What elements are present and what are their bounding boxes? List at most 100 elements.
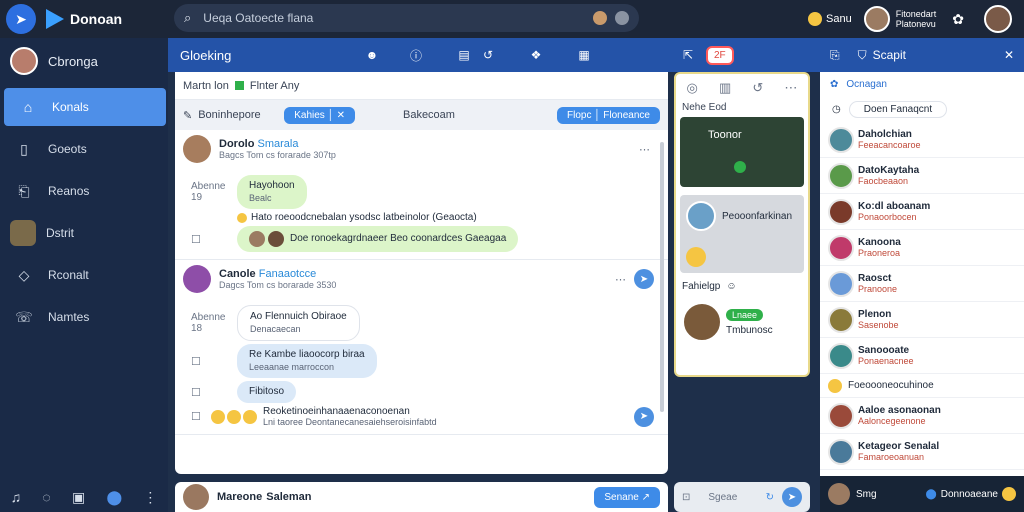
compass-icon[interactable]: ◎ [687, 80, 698, 96]
profile-avatar[interactable] [984, 5, 1012, 33]
list-item[interactable]: Kanoona Praoneroa [820, 230, 1024, 266]
send-button[interactable]: Senane ↗ [594, 486, 660, 508]
contacts-filter[interactable]: ◷ Doen Fanaqcnt [820, 96, 1024, 122]
status-badge: Lnaee [726, 308, 764, 321]
message-label: Abenne 19 [191, 181, 226, 203]
header-action-button[interactable]: 2F [706, 45, 734, 65]
status-label: Fahielgp [682, 281, 721, 292]
message-bubble[interactable]: Hayohoon Bealc [237, 175, 307, 209]
list-item[interactable]: Ko:dl aboanam Ponaoorbocen [820, 194, 1024, 230]
sidebar-item-label: Rconalt [48, 268, 89, 282]
send-button[interactable]: ➤ [782, 487, 802, 507]
export-icon[interactable]: ⇱ [676, 43, 700, 67]
map-text: Toonor [708, 129, 742, 141]
sidebar-item-dstrit[interactable]: Dstrit [0, 214, 168, 252]
message-bubble[interactable]: Doe ronoekagrdnaeer Beo coonardces Gaeag… [237, 226, 519, 252]
thread-2[interactable]: Canole Fanaaotcce Dagcs Tom cs borarade … [175, 260, 668, 435]
user-icon[interactable] [615, 11, 629, 25]
tab-filter-pill[interactable]: Kahies │ ✕ [284, 106, 355, 124]
shield-icon[interactable]: ⬤ [106, 489, 122, 506]
filter-input[interactable]: Doen Fanaqcnt [848, 100, 948, 118]
smile-icon[interactable]: ☺ [726, 281, 736, 292]
more-icon[interactable]: ⋮ [143, 489, 157, 506]
thread-sub: Bagcs Tom cs forarade 307tp [219, 150, 336, 160]
send-button[interactable]: ➤ [634, 269, 654, 289]
message-bubble[interactable]: Fibitoso [237, 381, 297, 403]
share-icon[interactable]: ↺ [752, 80, 763, 96]
sidebar-item-reanos[interactable]: ⎗ Reanos [0, 172, 168, 210]
media-toolbar: ◎ ▥ ↺ ⋯ [676, 74, 808, 102]
bubble-title: Ao Flennuich Obiraoe [250, 311, 347, 322]
list-item[interactable]: Foeoooneocuhinoe [820, 374, 1024, 398]
sidebar-item-konals[interactable]: ⌂ Konals [4, 88, 166, 126]
scrollbar[interactable] [660, 142, 664, 412]
thread-sub: Dagcs Tom cs borarade 3530 [219, 280, 337, 290]
message-bubble[interactable]: Ao Flennuich Obiraoe Denacaecan [237, 305, 360, 341]
emoji-icon [828, 378, 842, 393]
person-icon[interactable]: ☻ [360, 43, 384, 67]
list-item[interactable]: Raosct Pranoone [820, 266, 1024, 302]
document-icon[interactable]: ▤ [452, 43, 476, 67]
checkbox[interactable]: ☐ [191, 233, 237, 246]
info-icon[interactable]: ⓘ [404, 43, 428, 67]
send-button[interactable]: ➤ [634, 406, 654, 427]
list-item[interactable]: Aaloe asonaonan Aaloncegeenone [820, 398, 1024, 434]
status-label[interactable]: Sanu [826, 13, 852, 25]
sidebar-item-goeots[interactable]: ▯ Goeots [0, 130, 168, 168]
chart-icon[interactable]: ▥ [719, 80, 731, 96]
more-icon[interactable]: ⋯ [784, 80, 797, 96]
document-icon: ▯ [20, 140, 28, 157]
avatar [828, 306, 854, 333]
list-item[interactable]: Sanoooate Ponaenacnee [820, 338, 1024, 374]
close-icon[interactable]: ✕ [1004, 48, 1014, 62]
chat-icon[interactable]: ◌ [42, 489, 50, 506]
message-label: Abenne 18 [191, 312, 226, 334]
link-icon[interactable]: ↺ [476, 43, 500, 67]
sidebar-item-namtes[interactable]: ☏ Namtes [0, 298, 168, 336]
filter-value[interactable]: Flnter Any [250, 80, 300, 92]
sidebar-item-rconalt[interactable]: ◇ Rconalt [0, 256, 168, 294]
checkbox[interactable]: ☐ [191, 355, 237, 368]
tab-right-pill[interactable]: Flopc │ Floneance [557, 106, 660, 124]
contact-row-2[interactable]: Lnaee Tmbunosc [676, 292, 808, 352]
list-item[interactable]: Daholchian Feeacancoaroe [820, 122, 1024, 158]
thread-1[interactable]: Dorolo Smarala Bagcs Tom cs forarade 307… [175, 130, 668, 260]
contact-card[interactable]: Peooonfarkinan [680, 195, 804, 273]
user-label[interactable]: Fitonedart Platonevu [896, 9, 937, 29]
more-icon[interactable]: ⋯ [615, 273, 626, 286]
refresh-icon[interactable]: ↻ [766, 492, 774, 503]
avatar[interactable] [593, 11, 607, 25]
shield-icon: ⛉ [857, 47, 867, 62]
search-bar[interactable]: ⌕ Ueqa Oatoecte flana [174, 4, 639, 32]
tab-left[interactable]: Boninhepore [198, 109, 284, 121]
app-logo[interactable]: Donoan [46, 9, 122, 29]
footer-left[interactable]: Smg [856, 489, 926, 500]
checkbox[interactable]: ☐ [191, 386, 237, 399]
home-icon[interactable]: ➤ [6, 4, 36, 34]
music-icon[interactable]: ♫ [11, 489, 22, 506]
tab-mid[interactable]: Bakecoam [403, 109, 557, 121]
message-row: ☐ Doe ronoekagrdnaeer Beo coonardces Gae… [191, 226, 668, 252]
list-item[interactable]: Plenon Sasenobe [820, 302, 1024, 338]
calendar-icon[interactable]: ▣ [72, 489, 85, 506]
avatar [183, 135, 211, 163]
media-search-input[interactable]: Sgeae [708, 492, 765, 503]
more-icon[interactable]: ⋯ [639, 143, 650, 156]
settings-icon[interactable]: ✿ [952, 11, 964, 28]
avatar[interactable] [863, 6, 890, 32]
list-item[interactable]: DatoKaytaha Faocbeaaon [820, 158, 1024, 194]
message-bubble[interactable]: Re Kambe liaoocorp biraa Leeaanae marroc… [237, 344, 377, 378]
footer-right[interactable]: Donnoaeane [941, 489, 998, 500]
map-thumbnail[interactable]: Toonor [680, 117, 804, 187]
emoji-icon [686, 247, 706, 267]
grid-icon[interactable]: ▦ [572, 43, 596, 67]
thread-name: Canole [219, 268, 256, 280]
checkbox[interactable]: ☐ [191, 410, 211, 423]
list-item[interactable]: Ketageor Senalal Famaroeoanuan [820, 434, 1024, 470]
search-input[interactable]: Ueqa Oatoecte flana [203, 11, 585, 25]
media-search[interactable]: ⊡ Sgeae ↻ ➤ [674, 482, 810, 512]
page-title: Gloeking [180, 47, 232, 63]
sidebar-profile[interactable]: Cbronga [0, 38, 168, 84]
chat-icon: ⎘ [830, 47, 840, 62]
apps-icon[interactable]: ❖ [524, 43, 548, 67]
